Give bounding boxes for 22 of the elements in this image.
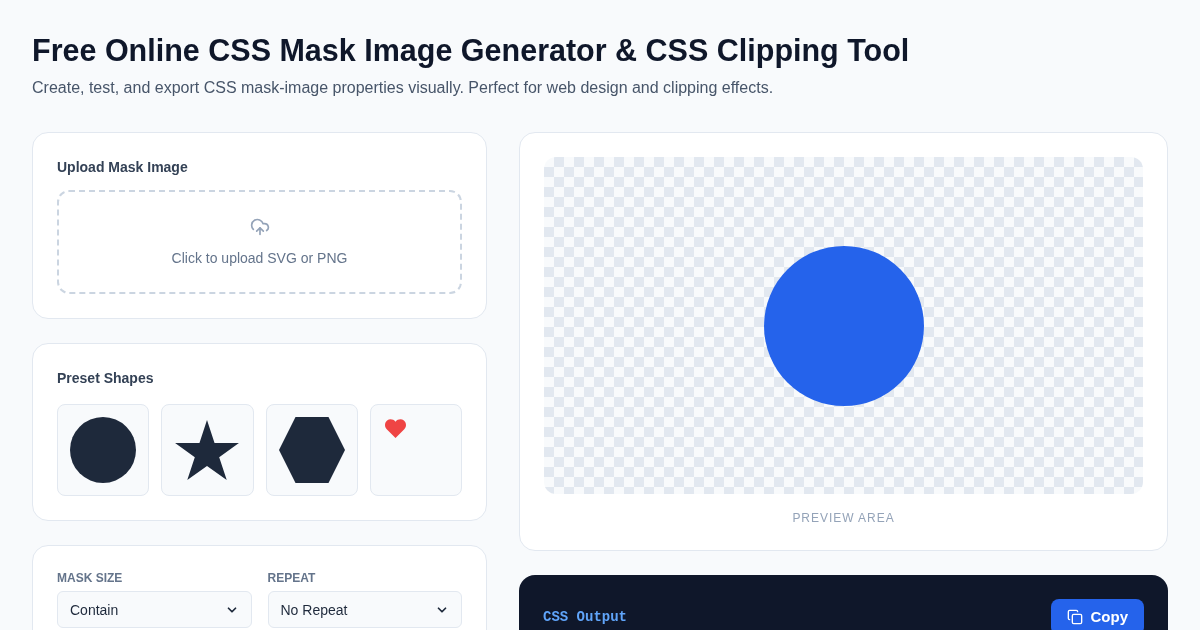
upload-dropzone[interactable]: Click to upload SVG or PNG <box>57 190 462 294</box>
select-field[interactable]: Contain <box>57 591 252 628</box>
shape-tile[interactable] <box>369 404 462 496</box>
field-label: REPEAT <box>267 570 317 586</box>
presets-title: Preset Shapes <box>57 369 155 388</box>
shape-tile[interactable] <box>57 404 150 496</box>
shape-tile[interactable] <box>161 404 254 496</box>
page-title: Free Online CSS Mask Image Generator & CSS Clipping Tool <box>32 32 911 68</box>
cloud-upload-icon <box>249 216 270 237</box>
copy-icon <box>1066 609 1083 625</box>
circle-icon <box>70 417 137 483</box>
field-label: MASK SIZE <box>57 570 124 586</box>
preview-label: PREVIEW AREA <box>791 510 896 526</box>
css-output-title: CSS Output <box>543 608 627 627</box>
hexagon-icon <box>278 417 345 483</box>
shape-tile[interactable] <box>265 404 358 496</box>
page-subtitle: Create, test, and export CSS mask-image properties visually. Perfect for web design and clipping effects. <box>32 78 775 98</box>
upload-title: Upload Mask Image <box>57 158 189 177</box>
copy-button[interactable]: Copy <box>1050 599 1144 630</box>
select-field[interactable]: No Repeat <box>267 591 462 628</box>
star-icon <box>175 420 240 480</box>
heart-icon <box>384 419 406 438</box>
